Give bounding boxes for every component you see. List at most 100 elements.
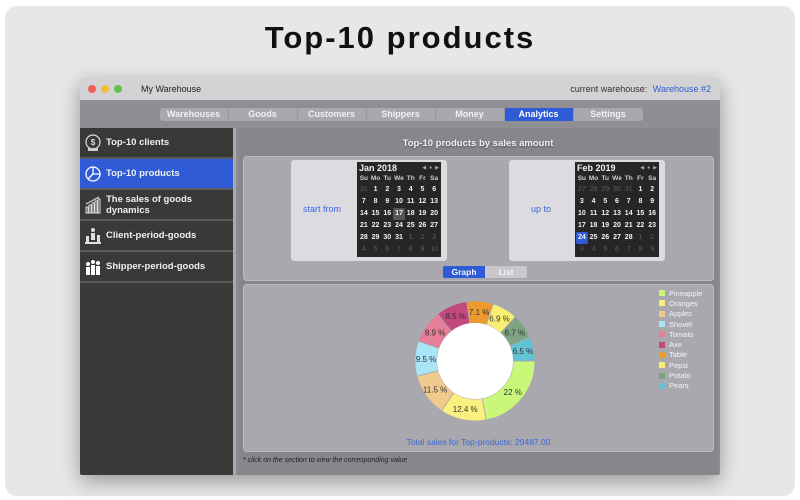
calendar-day[interactable]: 17	[393, 208, 405, 220]
calendar-day[interactable]: 4	[588, 196, 600, 208]
calendar-day[interactable]: 10	[576, 208, 588, 220]
calendar-day[interactable]: 3	[428, 232, 440, 244]
calendar-day[interactable]: 9	[381, 196, 393, 208]
sidebar-item-top-10-products[interactable]: Top-10 products	[80, 159, 233, 190]
calendar-day[interactable]: 11	[588, 208, 600, 220]
prev-month-icon[interactable]: ◀	[422, 165, 426, 171]
calendar-day[interactable]: 23	[381, 220, 393, 232]
calendar-day[interactable]: 15	[635, 208, 647, 220]
calendar-day[interactable]: 7	[393, 244, 405, 256]
tab-customers[interactable]: Customers	[298, 107, 367, 121]
calendar-day[interactable]: 22	[635, 220, 647, 232]
sidebar-item-top-10-clients[interactable]: $ Top-10 clients	[80, 128, 233, 159]
calendar-day[interactable]: 11	[405, 196, 417, 208]
sidebar-item-client-period-goods[interactable]: Client-period-goods	[80, 221, 233, 252]
calendar-day[interactable]: 9	[646, 196, 658, 208]
calendar-day[interactable]: 3	[576, 244, 588, 256]
calendar-day[interactable]: 30	[381, 232, 393, 244]
calendar-day[interactable]: 2	[646, 184, 658, 196]
calendar-day[interactable]: 1	[635, 232, 647, 244]
calendar-day[interactable]: 1	[635, 184, 647, 196]
calendar-day[interactable]: 8	[370, 196, 382, 208]
calendar-day[interactable]: 27	[428, 220, 440, 232]
donut-chart[interactable]: 22 % 12.4 % 11.5 % 9.5 % 8.9 %8.5 % 7.1 %6.9 …	[244, 285, 715, 453]
calendar-day[interactable]: 31	[393, 232, 405, 244]
calendar-day[interactable]: 1	[370, 184, 382, 196]
calendar-day[interactable]: 20	[428, 208, 440, 220]
calendar-day[interactable]: 4	[405, 184, 417, 196]
calendar-day[interactable]: 6	[381, 244, 393, 256]
calendar-day[interactable]: 3	[576, 196, 588, 208]
calendar-day[interactable]: 17	[576, 220, 588, 232]
calendar-day[interactable]: 13	[611, 208, 623, 220]
calendar-day[interactable]: 2	[381, 184, 393, 196]
calendar-day[interactable]: 14	[358, 208, 370, 220]
calendar-day[interactable]: 6	[611, 196, 623, 208]
calendar-day[interactable]: 6	[428, 184, 440, 196]
calendar-day-selected[interactable]: 24	[576, 232, 588, 244]
minimize-window-button[interactable]	[101, 85, 109, 93]
calendar-day[interactable]: 20	[611, 220, 623, 232]
calendar-day[interactable]: 8	[635, 244, 647, 256]
calendar-day[interactable]: 10	[428, 244, 440, 256]
calendar-day[interactable]: 8	[635, 196, 647, 208]
calendar-day[interactable]: 28	[623, 232, 635, 244]
calendar-day[interactable]: 28	[588, 184, 600, 196]
calendar-day[interactable]: 15	[370, 208, 382, 220]
tab-settings[interactable]: Settings	[574, 108, 643, 121]
calendar-day[interactable]: 9	[646, 244, 658, 256]
calendar-day[interactable]: 12	[599, 208, 611, 220]
sidebar-item-shipper-period-goods[interactable]: Shipper-period-goods	[80, 252, 233, 283]
calendar-day[interactable]: 12	[417, 196, 429, 208]
tab-money[interactable]: Money	[436, 107, 505, 121]
end-date-calendar[interactable]: Feb 2019 ◀ ● ▶ Su Mo Tu We Th Fr Sa 27 28 29 30 31 1 2 3 4 5…	[575, 162, 659, 257]
calendar-day[interactable]: 29	[370, 232, 382, 244]
calendar-day[interactable]: 9	[417, 244, 429, 256]
calendar-day[interactable]: 5	[370, 244, 382, 256]
calendar-day[interactable]: 19	[417, 208, 429, 220]
calendar-day[interactable]: 5	[599, 196, 611, 208]
calendar-day[interactable]: 26	[417, 220, 429, 232]
calendar-day[interactable]: 24	[393, 220, 405, 232]
tab-warehouses[interactable]: Warehouses	[160, 107, 229, 121]
calendar-day[interactable]: 28	[358, 232, 370, 244]
calendar-day[interactable]: 5	[417, 184, 429, 196]
tab-analytics[interactable]: Analytics	[504, 107, 574, 121]
calendar-day[interactable]: 21	[358, 220, 370, 232]
calendar-day[interactable]: 7	[623, 244, 635, 256]
calendar-day[interactable]: 4	[358, 244, 370, 256]
calendar-day[interactable]: 4	[588, 244, 600, 256]
tab-goods[interactable]: Goods	[229, 107, 298, 121]
calendar-day[interactable]: 2	[646, 232, 658, 244]
today-dot-icon[interactable]: ●	[647, 165, 650, 171]
calendar-day[interactable]: 31	[623, 184, 635, 196]
calendar-day[interactable]: 7	[623, 196, 635, 208]
calendar-day[interactable]: 3	[393, 184, 405, 196]
calendar-day[interactable]: 1	[405, 232, 417, 244]
calendar-day[interactable]: 18	[588, 220, 600, 232]
calendar-day[interactable]: 7	[358, 196, 370, 208]
calendar-day[interactable]: 14	[623, 208, 635, 220]
calendar-day[interactable]: 29	[599, 184, 611, 196]
calendar-day[interactable]: 23	[646, 220, 658, 232]
calendar-day[interactable]: 22	[370, 220, 382, 232]
graph-view-button[interactable]: Graph	[443, 266, 485, 278]
close-window-button[interactable]	[88, 85, 96, 93]
start-date-calendar[interactable]: Jan 2018 ◀ ● ▶ Su Mo Tu We Th Fr Sa 31 1 2 3 4 5 6 7 8 9 10 11…	[357, 162, 441, 257]
next-month-icon[interactable]: ▶	[653, 165, 657, 171]
tab-shippers[interactable]: Shippers	[367, 107, 436, 121]
calendar-day[interactable]: 31	[358, 184, 370, 196]
next-month-icon[interactable]: ▶	[435, 165, 439, 171]
calendar-day[interactable]: 16	[646, 208, 658, 220]
zoom-window-button[interactable]	[114, 85, 122, 93]
calendar-day[interactable]: 8	[405, 244, 417, 256]
calendar-day[interactable]: 27	[611, 232, 623, 244]
calendar-day[interactable]: 21	[623, 220, 635, 232]
calendar-day[interactable]: 6	[611, 244, 623, 256]
calendar-day[interactable]: 27	[576, 184, 588, 196]
calendar-day[interactable]: 19	[599, 220, 611, 232]
today-dot-icon[interactable]: ●	[429, 165, 432, 171]
calendar-day[interactable]: 26	[599, 232, 611, 244]
calendar-day[interactable]: 2	[417, 232, 429, 244]
calendar-day[interactable]: 10	[393, 196, 405, 208]
